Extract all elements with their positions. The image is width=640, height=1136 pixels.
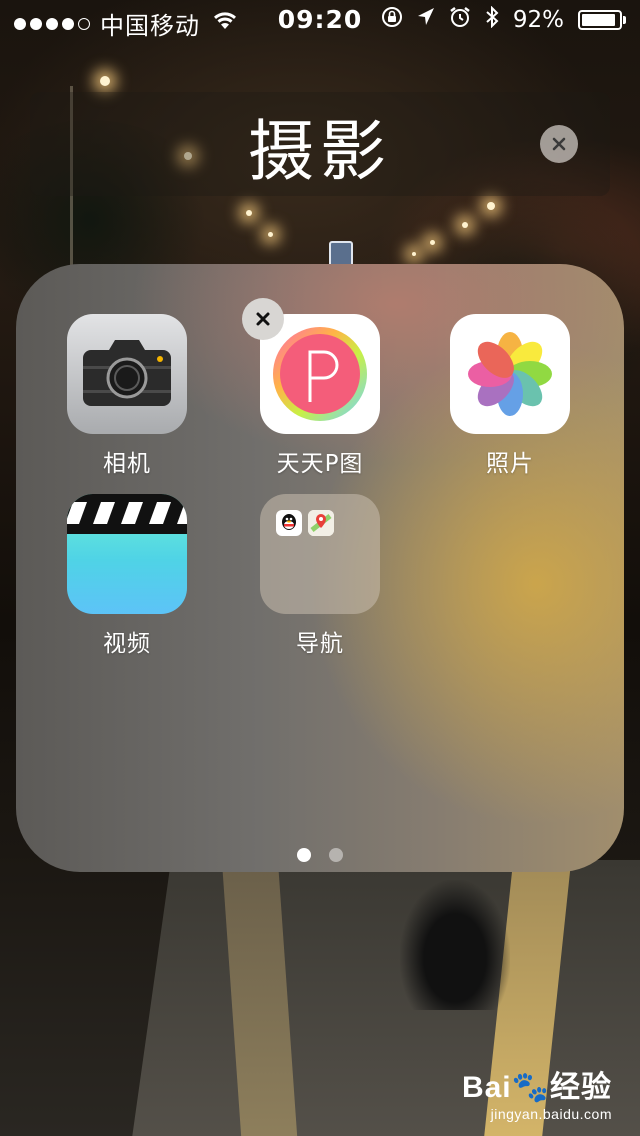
bluetooth-icon [485, 5, 499, 34]
delete-app-button[interactable] [242, 298, 284, 340]
baidu-jingyan-watermark: Bai🐾经验 jingyan.baidu.com [462, 1062, 612, 1122]
status-bar: 中国移动 09:20 92% [0, 0, 640, 40]
qq-icon [276, 510, 302, 536]
app-label: 照片 [486, 451, 534, 477]
close-icon [256, 312, 270, 326]
clapperboard-icon [67, 494, 187, 614]
app-label: 天天P图 [276, 451, 364, 477]
watermark-url: jingyan.baidu.com [490, 1106, 612, 1122]
page-dot-1[interactable] [297, 848, 311, 862]
alarm-clock-icon [449, 6, 471, 34]
shoes-silhouette [400, 880, 510, 1010]
clear-title-button[interactable] [540, 125, 578, 163]
app-videos[interactable]: 视频 [42, 494, 212, 658]
street-light [100, 76, 110, 86]
street-light [412, 252, 416, 256]
close-icon [552, 137, 566, 151]
street-light [462, 222, 468, 228]
battery-percentage: 92% [512, 7, 564, 33]
app-label: 导航 [296, 631, 344, 657]
rotation-lock-icon [381, 6, 403, 34]
street-light [246, 210, 252, 216]
app-label: 视频 [103, 631, 151, 657]
location-arrow-icon [417, 7, 435, 33]
app-label: 相机 [103, 451, 151, 477]
page-indicator[interactable] [0, 848, 640, 862]
baidu-map-icon [308, 510, 334, 536]
page-dot-2[interactable] [329, 848, 343, 862]
folder-panel: 相机 天天P图 照片 视频 导航 [16, 264, 624, 872]
app-camera[interactable]: 相机 [42, 314, 212, 478]
watermark-brand: Bai🐾经验 [461, 1071, 612, 1104]
folder-navigation[interactable]: 导航 [235, 494, 405, 658]
camera-icon [67, 314, 187, 434]
street-light [487, 202, 495, 210]
photos-flower-icon [450, 314, 570, 434]
app-photos[interactable]: 照片 [425, 314, 595, 478]
folder-icon [260, 494, 380, 614]
street-light [430, 240, 435, 245]
street-light [268, 232, 273, 237]
battery-icon [578, 10, 626, 30]
